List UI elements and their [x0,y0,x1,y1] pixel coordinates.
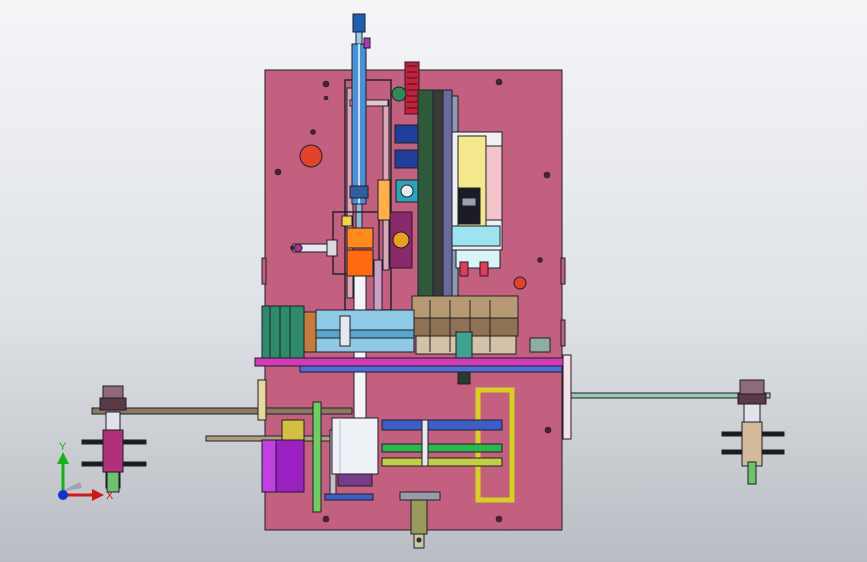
fitting-block [529,337,551,353]
horizontal-beam [315,309,415,353]
cad-viewport[interactable] [0,0,867,562]
x-axis-head [92,489,104,501]
white-gripper-block [331,417,379,487]
magenta-crossbar [254,357,566,367]
bottom-crossbar [324,493,374,501]
small-motors [394,124,420,203]
blue-crossbar [299,365,563,373]
right-roller-arm [562,354,785,485]
y-axis-head [57,452,69,464]
green-motor-block [261,305,317,361]
x-axis-label: X [106,490,114,502]
right-slide-assembly [451,131,503,277]
large-port-left [299,144,323,168]
coordinate-triad: Y X [57,441,114,502]
y-axis-label: Y [59,441,67,453]
port-right [513,276,527,290]
z-axis-origin [58,490,68,500]
